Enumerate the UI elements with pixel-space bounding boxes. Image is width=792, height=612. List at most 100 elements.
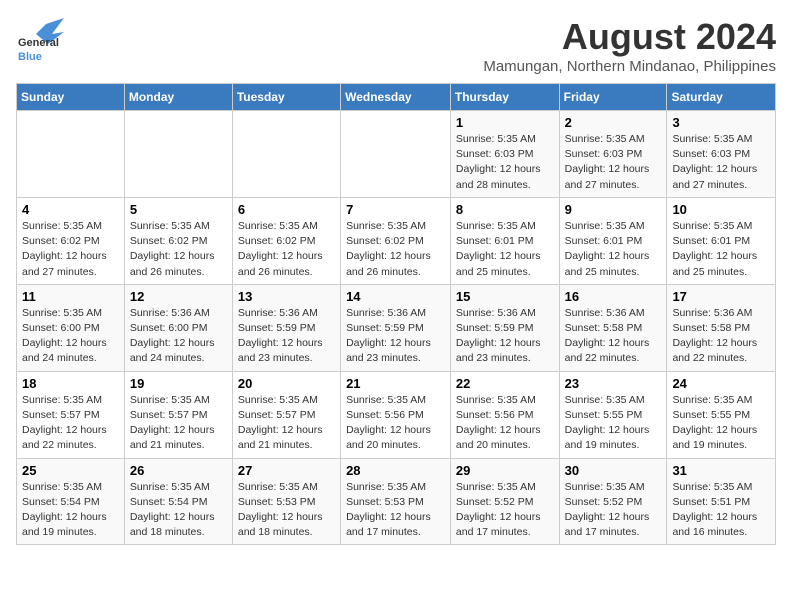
calendar-day-10: 10Sunrise: 5:35 AM Sunset: 6:01 PM Dayli… [667, 197, 776, 284]
day-info: Sunrise: 5:35 AM Sunset: 6:00 PM Dayligh… [22, 306, 119, 367]
calendar-week-row: 1 Sunrise: 5:35 AM Sunset: 6:03 PM Daylig… [17, 111, 776, 198]
day-info: Sunrise: 5:35 AM Sunset: 5:54 PM Dayligh… [130, 480, 227, 541]
calendar-week-row: 11 Sunrise: 5:35 AM Sunset: 6:00 PM Dayli… [17, 284, 776, 371]
logo-icon: General Blue [16, 16, 64, 64]
calendar-day-8: 8Sunrise: 5:35 AM Sunset: 6:01 PM Daylig… [450, 197, 559, 284]
calendar-day-20: 20 Sunrise: 5:35 AM Sunset: 5:57 PM Dayli… [232, 371, 340, 458]
day-info: Sunrise: 5:35 AM Sunset: 5:52 PM Dayligh… [565, 480, 662, 541]
calendar-day-22: 22 Sunrise: 5:35 AM Sunset: 5:56 PM Dayli… [450, 371, 559, 458]
calendar-empty [232, 111, 340, 198]
day-number: 19 [130, 376, 227, 391]
day-info: Sunrise: 5:35 AM Sunset: 6:03 PM Dayligh… [456, 132, 554, 193]
calendar-day-29: 29 Sunrise: 5:35 AM Sunset: 5:52 PM Dayli… [450, 458, 559, 545]
calendar-week-row: 25 Sunrise: 5:35 AM Sunset: 5:54 PM Dayli… [17, 458, 776, 545]
day-number: 9 [565, 202, 662, 217]
day-info: Sunrise: 5:35 AM Sunset: 5:55 PM Dayligh… [672, 393, 770, 454]
calendar-week-row: 18 Sunrise: 5:35 AM Sunset: 5:57 PM Dayli… [17, 371, 776, 458]
calendar-day-13: 13 Sunrise: 5:36 AM Sunset: 5:59 PM Dayli… [232, 284, 340, 371]
day-info: Sunrise: 5:35 AM Sunset: 6:02 PM Dayligh… [346, 219, 445, 280]
calendar-table: SundayMondayTuesdayWednesdayThursdayFrid… [16, 83, 776, 545]
calendar-header-friday: Friday [559, 84, 667, 111]
month-year: August 2024 [483, 16, 776, 58]
day-number: 13 [238, 289, 335, 304]
day-number: 28 [346, 463, 445, 478]
day-info: Sunrise: 5:35 AM Sunset: 6:02 PM Dayligh… [130, 219, 227, 280]
calendar-header-tuesday: Tuesday [232, 84, 340, 111]
day-info: Sunrise: 5:35 AM Sunset: 5:57 PM Dayligh… [238, 393, 335, 454]
day-info: Sunrise: 5:36 AM Sunset: 5:59 PM Dayligh… [456, 306, 554, 367]
day-info: Sunrise: 5:35 AM Sunset: 6:01 PM Dayligh… [565, 219, 662, 280]
day-info: Sunrise: 5:35 AM Sunset: 6:03 PM Dayligh… [672, 132, 770, 193]
calendar-day-12: 12Sunrise: 5:36 AM Sunset: 6:00 PM Dayli… [124, 284, 232, 371]
day-info: Sunrise: 5:35 AM Sunset: 5:52 PM Dayligh… [456, 480, 554, 541]
title-section: August 2024 Mamungan, Northern Mindanao,… [483, 16, 776, 75]
calendar-day-16: 16Sunrise: 5:36 AM Sunset: 5:58 PM Dayli… [559, 284, 667, 371]
day-number: 22 [456, 376, 554, 391]
calendar-day-5: 5 Sunrise: 5:35 AM Sunset: 6:02 PM Daylig… [124, 197, 232, 284]
day-number: 6 [238, 202, 335, 217]
calendar-day-31: 31Sunrise: 5:35 AM Sunset: 5:51 PM Dayli… [667, 458, 776, 545]
calendar-week-row: 4 Sunrise: 5:35 AM Sunset: 6:02 PM Daylig… [17, 197, 776, 284]
day-info: Sunrise: 5:35 AM Sunset: 5:56 PM Dayligh… [346, 393, 445, 454]
calendar-header-saturday: Saturday [667, 84, 776, 111]
day-info: Sunrise: 5:35 AM Sunset: 5:53 PM Dayligh… [238, 480, 335, 541]
day-number: 29 [456, 463, 554, 478]
day-number: 17 [672, 289, 770, 304]
calendar-empty [17, 111, 125, 198]
calendar-empty [124, 111, 232, 198]
calendar-day-14: 14Sunrise: 5:36 AM Sunset: 5:59 PM Dayli… [341, 284, 451, 371]
day-number: 5 [130, 202, 227, 217]
calendar-header-row: SundayMondayTuesdayWednesdayThursdayFrid… [17, 84, 776, 111]
day-info: Sunrise: 5:35 AM Sunset: 6:01 PM Dayligh… [672, 219, 770, 280]
day-info: Sunrise: 5:35 AM Sunset: 6:03 PM Dayligh… [565, 132, 662, 193]
calendar-day-21: 21 Sunrise: 5:35 AM Sunset: 5:56 PM Dayli… [341, 371, 451, 458]
calendar-day-9: 9 Sunrise: 5:35 AM Sunset: 6:01 PM Daylig… [559, 197, 667, 284]
day-number: 23 [565, 376, 662, 391]
calendar-day-25: 25Sunrise: 5:35 AM Sunset: 5:54 PM Dayli… [17, 458, 125, 545]
logo: General Blue [16, 16, 64, 69]
day-number: 4 [22, 202, 119, 217]
page-header: General Blue August 2024 Mamungan, North… [16, 16, 776, 75]
day-number: 8 [456, 202, 554, 217]
day-number: 15 [456, 289, 554, 304]
location: Mamungan, Northern Mindanao, Philippines [483, 58, 776, 75]
calendar-day-15: 15 Sunrise: 5:36 AM Sunset: 5:59 PM Dayli… [450, 284, 559, 371]
calendar-day-30: 30Sunrise: 5:35 AM Sunset: 5:52 PM Dayli… [559, 458, 667, 545]
calendar-day-19: 19 Sunrise: 5:35 AM Sunset: 5:57 PM Dayli… [124, 371, 232, 458]
day-info: Sunrise: 5:35 AM Sunset: 6:02 PM Dayligh… [238, 219, 335, 280]
calendar-day-3: 3 Sunrise: 5:35 AM Sunset: 6:03 PM Daylig… [667, 111, 776, 198]
day-number: 21 [346, 376, 445, 391]
day-info: Sunrise: 5:35 AM Sunset: 5:57 PM Dayligh… [130, 393, 227, 454]
calendar-header-wednesday: Wednesday [341, 84, 451, 111]
day-number: 24 [672, 376, 770, 391]
calendar-day-28: 28 Sunrise: 5:35 AM Sunset: 5:53 PM Dayli… [341, 458, 451, 545]
calendar-day-11: 11 Sunrise: 5:35 AM Sunset: 6:00 PM Dayli… [17, 284, 125, 371]
day-info: Sunrise: 5:35 AM Sunset: 5:56 PM Dayligh… [456, 393, 554, 454]
day-number: 7 [346, 202, 445, 217]
calendar-day-18: 18Sunrise: 5:35 AM Sunset: 5:57 PM Dayli… [17, 371, 125, 458]
day-number: 11 [22, 289, 119, 304]
calendar-header-sunday: Sunday [17, 84, 125, 111]
day-info: Sunrise: 5:36 AM Sunset: 5:58 PM Dayligh… [672, 306, 770, 367]
day-number: 27 [238, 463, 335, 478]
calendar-day-7: 7 Sunrise: 5:35 AM Sunset: 6:02 PM Daylig… [341, 197, 451, 284]
calendar-header-thursday: Thursday [450, 84, 559, 111]
calendar-day-23: 23Sunrise: 5:35 AM Sunset: 5:55 PM Dayli… [559, 371, 667, 458]
calendar-day-4: 4Sunrise: 5:35 AM Sunset: 6:02 PM Daylig… [17, 197, 125, 284]
day-number: 3 [672, 115, 770, 130]
calendar-day-27: 27 Sunrise: 5:35 AM Sunset: 5:53 PM Dayli… [232, 458, 340, 545]
day-number: 2 [565, 115, 662, 130]
day-number: 18 [22, 376, 119, 391]
calendar-day-17: 17 Sunrise: 5:36 AM Sunset: 5:58 PM Dayli… [667, 284, 776, 371]
calendar-empty [341, 111, 451, 198]
day-info: Sunrise: 5:36 AM Sunset: 5:58 PM Dayligh… [565, 306, 662, 367]
day-info: Sunrise: 5:36 AM Sunset: 6:00 PM Dayligh… [130, 306, 227, 367]
calendar-day-26: 26 Sunrise: 5:35 AM Sunset: 5:54 PM Dayli… [124, 458, 232, 545]
day-number: 20 [238, 376, 335, 391]
day-number: 1 [456, 115, 554, 130]
day-info: Sunrise: 5:36 AM Sunset: 5:59 PM Dayligh… [238, 306, 335, 367]
day-number: 26 [130, 463, 227, 478]
calendar-day-24: 24 Sunrise: 5:35 AM Sunset: 5:55 PM Dayli… [667, 371, 776, 458]
day-info: Sunrise: 5:35 AM Sunset: 5:53 PM Dayligh… [346, 480, 445, 541]
day-number: 25 [22, 463, 119, 478]
